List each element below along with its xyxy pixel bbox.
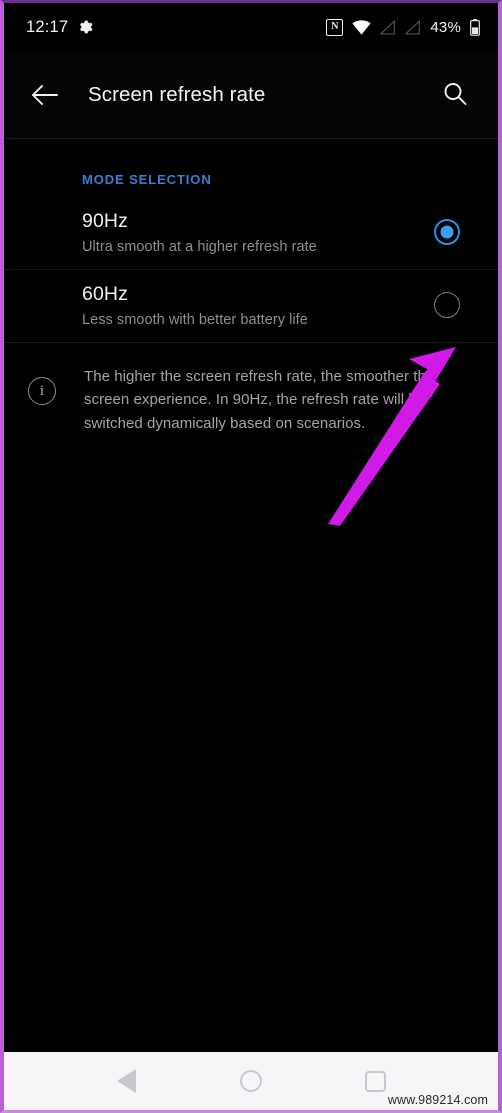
page-title: Screen refresh rate [88,82,266,106]
status-bar-clock: 12:17 [26,17,69,36]
nav-home-button[interactable] [228,1058,274,1104]
nav-home-circle-icon [239,1070,262,1092]
nav-back-button[interactable] [103,1058,149,1104]
option-subtitle: Ultra smooth at a higher refresh rate [82,238,317,255]
gear-icon [77,19,93,35]
app-bar: Screen refresh rate [4,51,498,139]
settings-content: MODE SELECTION 90Hz Ultra smooth at a hi… [4,140,498,1052]
option-title: 90Hz [82,209,128,232]
search-button[interactable] [434,74,476,116]
wifi-icon [352,19,371,35]
android-navigation-bar: www.989214.com [4,1052,498,1110]
info-note-text: The higher the screen refresh rate, the … [84,368,435,432]
back-arrow-icon [31,84,59,106]
option-subtitle: Less smooth with better battery life [82,311,308,328]
status-bar-right: N 43% [326,18,480,36]
no-sim-signal-icon [380,19,396,35]
battery-percent-label: 43% [430,18,461,36]
phone-screenshot-frame: 12:17 N 43% Screen refresh rate MODE SEL… [0,0,502,1113]
back-button[interactable] [24,74,66,116]
phone-screen: 12:17 N 43% Screen refresh rate MODE SEL… [4,3,498,1110]
nfc-icon: N [326,18,344,36]
battery-icon [470,18,480,36]
radio-button-90hz-selected[interactable] [434,219,460,245]
info-icon: i [28,377,56,405]
option-row-60hz[interactable]: 60Hz Less smooth with better battery lif… [4,270,498,342]
nav-recents-square-icon [365,1070,387,1092]
search-icon [442,81,469,108]
radio-button-60hz-unselected[interactable] [434,292,460,318]
option-row-90hz[interactable]: 90Hz Ultra smooth at a higher refresh ra… [4,197,498,269]
status-bar-left: 12:17 [26,18,93,37]
status-bar: 12:17 N 43% [4,3,498,51]
no-sim-signal-icon [405,19,421,35]
watermark: www.989214.com [387,1093,488,1107]
option-title: 60Hz [82,282,128,305]
option-texts: 60Hz Less smooth with better battery lif… [82,283,434,328]
option-texts: 90Hz Ultra smooth at a higher refresh ra… [82,210,434,255]
section-header-mode-selection: MODE SELECTION [82,172,212,187]
nav-back-triangle-icon [116,1069,136,1093]
info-note: i The higher the screen refresh rate, th… [4,343,498,435]
